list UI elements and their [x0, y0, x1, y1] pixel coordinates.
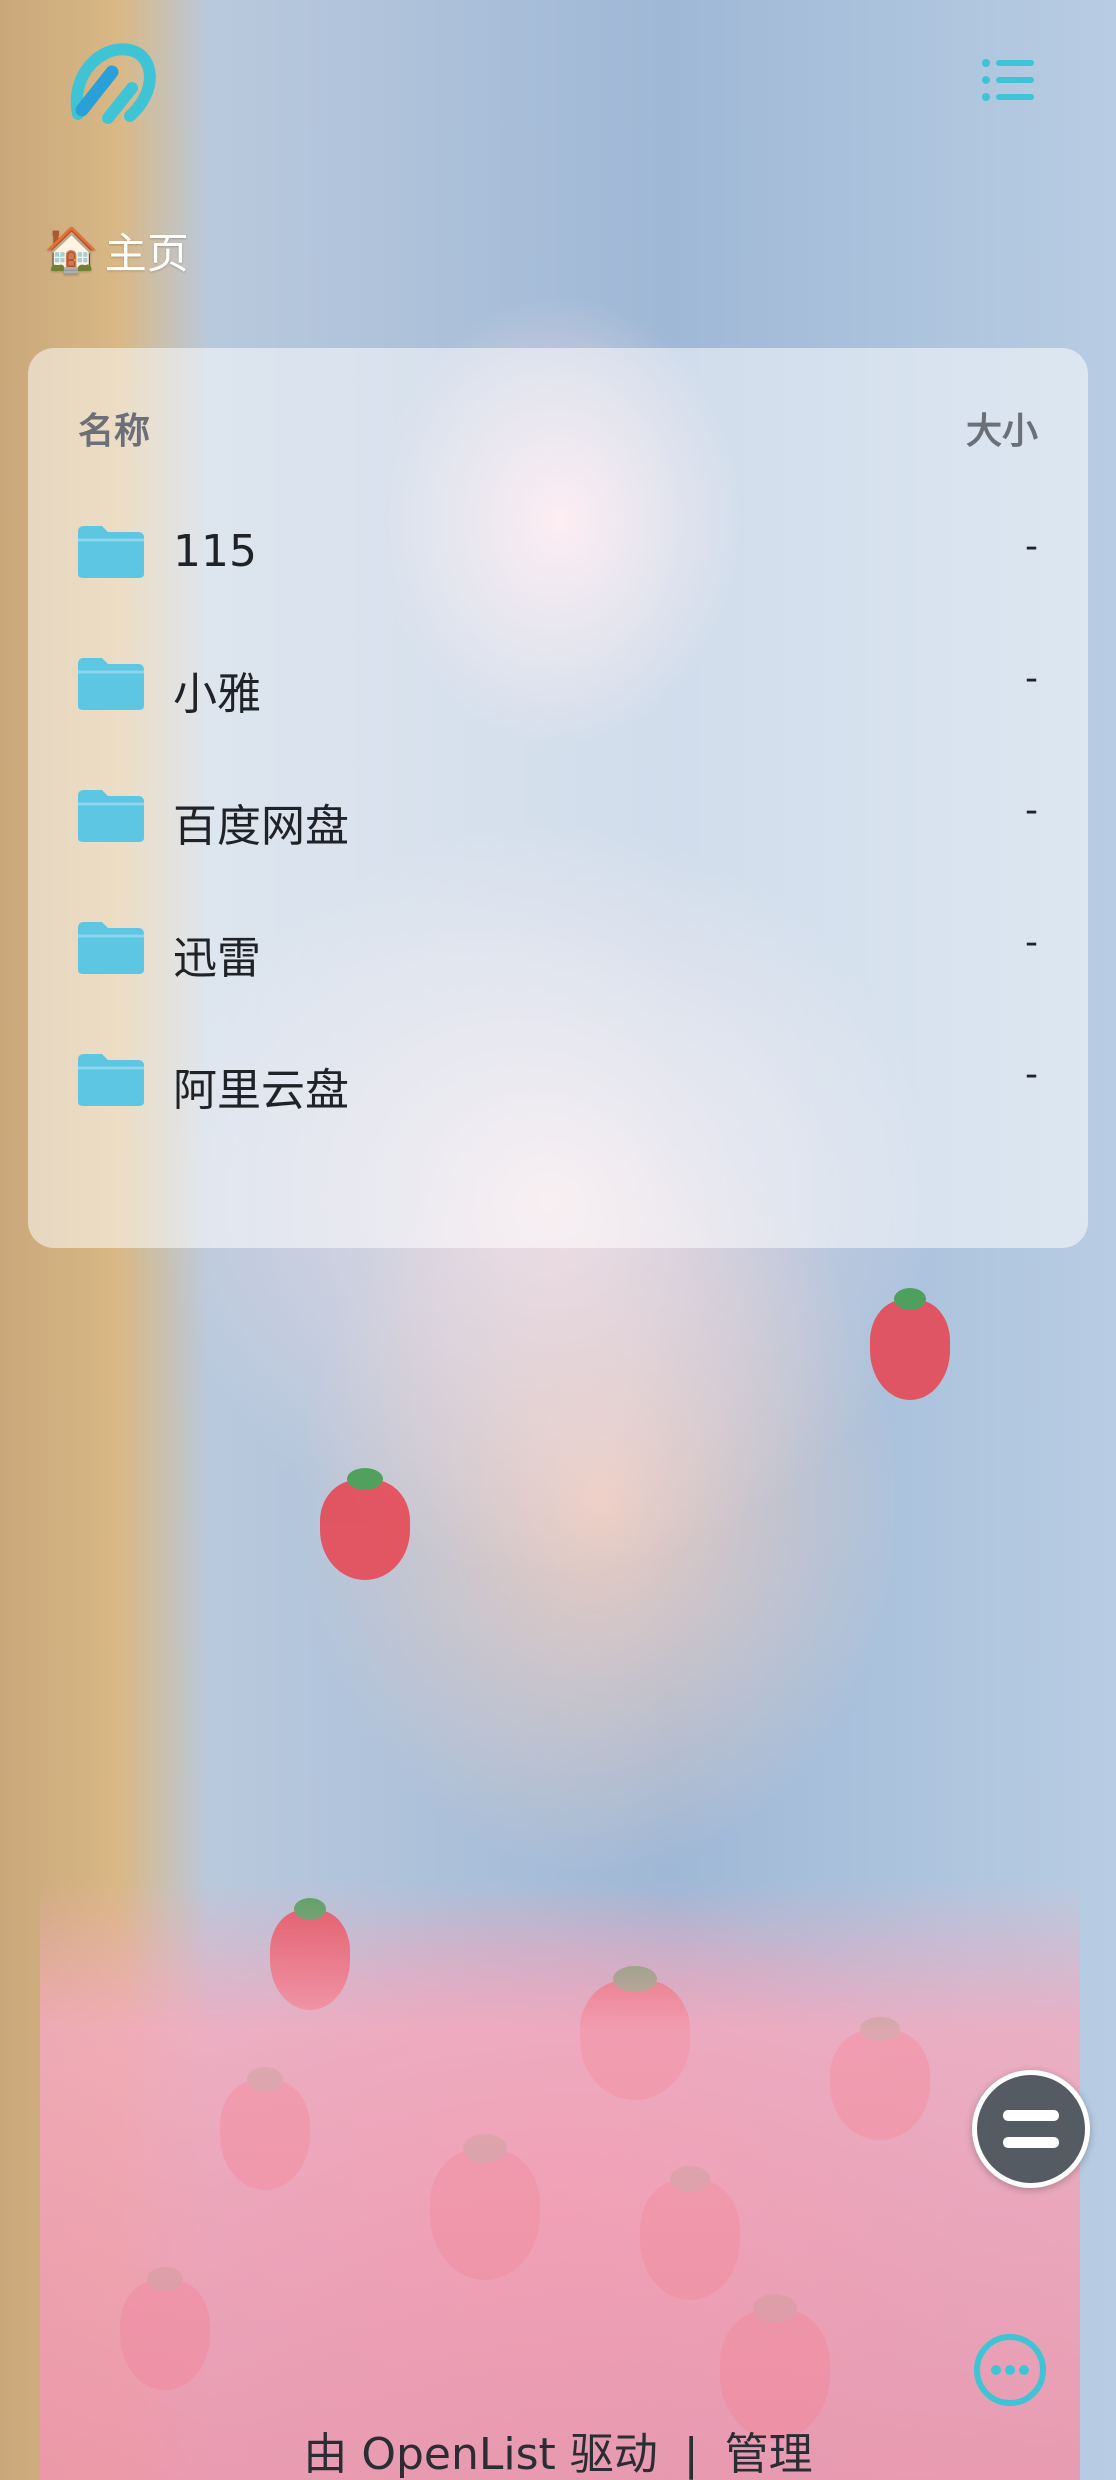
floating-toolbar-button[interactable] — [972, 2070, 1090, 2188]
footer: 由 OpenList 驱动 | 管理 — [0, 2418, 1116, 2480]
breadcrumb-home-label[interactable]: 主页 — [105, 220, 189, 281]
file-name[interactable]: 阿里云盘 — [173, 1054, 349, 1118]
file-row[interactable]: 115 - — [28, 502, 1088, 602]
logo-icon[interactable] — [60, 36, 160, 136]
file-name[interactable]: 115 — [173, 526, 257, 577]
file-row[interactable]: 小雅 - — [28, 634, 1088, 734]
folder-icon — [78, 658, 144, 710]
file-name[interactable]: 百度网盘 — [173, 790, 349, 854]
folder-icon — [78, 1054, 144, 1106]
folder-icon — [78, 790, 144, 842]
house-icon: 🏠 — [44, 225, 99, 276]
file-size: - — [1025, 790, 1038, 831]
more-dots-icon[interactable] — [970, 2330, 1050, 2410]
file-row[interactable]: 迅雷 - — [28, 898, 1088, 998]
file-size: - — [1025, 922, 1038, 963]
double-bar-icon — [1003, 2110, 1059, 2148]
breadcrumb[interactable]: 🏠 主页 — [44, 222, 189, 278]
file-row[interactable]: 阿里云盘 - — [28, 1030, 1088, 1130]
file-name[interactable]: 迅雷 — [173, 922, 261, 986]
column-header-name[interactable]: 名称 — [78, 402, 150, 454]
folder-icon — [78, 922, 144, 974]
file-name[interactable]: 小雅 — [173, 658, 261, 722]
column-header-size[interactable]: 大小 — [966, 402, 1038, 454]
file-size: - — [1025, 526, 1038, 567]
list-menu-icon[interactable] — [980, 55, 1036, 105]
file-size: - — [1025, 1054, 1038, 1095]
file-size: - — [1025, 658, 1038, 699]
manage-link[interactable]: 管理 — [719, 2429, 819, 2480]
powered-by-link[interactable]: 由 OpenList 驱动 — [297, 2429, 663, 2480]
folder-icon — [78, 526, 144, 578]
file-row[interactable]: 百度网盘 - — [28, 766, 1088, 866]
footer-separator: | — [683, 2429, 699, 2480]
